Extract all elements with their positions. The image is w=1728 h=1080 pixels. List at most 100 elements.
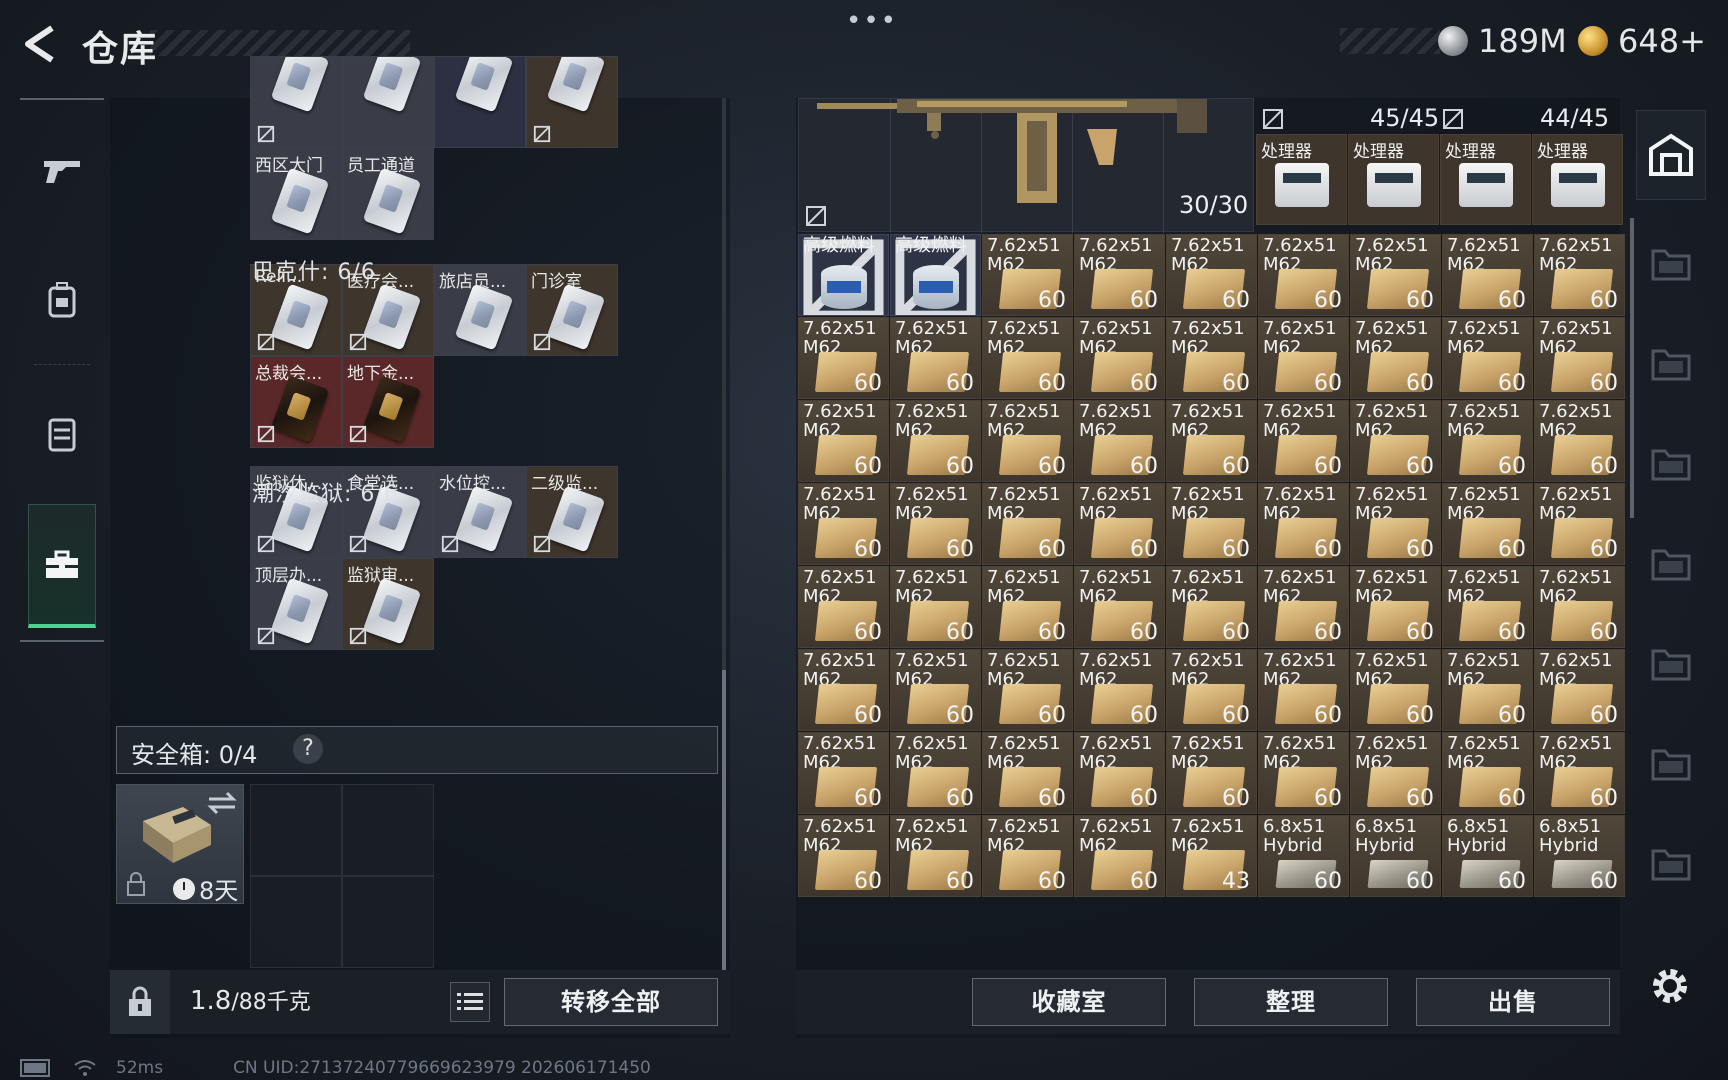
ammo-item[interactable]: 6.8x51 Hybrid 60 [1442,815,1533,897]
lock-button[interactable] [110,970,170,1034]
gold-currency[interactable]: 648+ [1578,22,1706,60]
ammo-item[interactable]: 7.62x51 M62 60 [1258,400,1349,482]
ammo-item[interactable]: 7.62x51 M62 60 [1074,483,1165,565]
nav-vest[interactable] [28,384,96,484]
storage-tab-5[interactable] [1636,618,1706,708]
nav-safebox[interactable] [28,504,96,628]
ammo-item[interactable]: 7.62x51 M62 60 [1350,732,1441,814]
collection-room-button[interactable]: 收藏室 [972,978,1166,1026]
ammo-item[interactable]: 7.62x51 M62 60 [1534,317,1625,399]
ammo-item[interactable]: 7.62x51 M62 60 [798,566,889,648]
right-scrollbar[interactable] [1630,218,1634,518]
ammo-item[interactable]: 7.62x51 M62 60 [1258,317,1349,399]
ammo-item[interactable]: 7.62x51 M62 60 [1074,234,1165,316]
safe-slot[interactable] [250,784,342,876]
ammo-item[interactable]: 7.62x51 M62 60 [798,815,889,897]
storage-tab-3[interactable] [1636,418,1706,508]
ammo-item[interactable]: 6.8x51 Hybrid 60 [1350,815,1441,897]
storage-tab-home[interactable] [1636,110,1706,200]
ammo-item[interactable]: 7.62x51 M62 60 [890,566,981,648]
storage-tab-7[interactable] [1636,818,1706,908]
ammo-item[interactable]: 7.62x51 M62 60 [1442,732,1533,814]
ammo-item[interactable]: 7.62x51 M62 60 [890,400,981,482]
sell-button[interactable]: 出售 [1416,978,1610,1026]
ammo-item[interactable]: 7.62x51 M62 60 [1350,566,1441,648]
nav-backpack[interactable] [28,250,96,350]
ammo-item[interactable]: 7.62x51 M62 60 [1534,566,1625,648]
ammo-item[interactable]: 7.62x51 M62 60 [1534,649,1625,731]
ammo-item[interactable]: 7.62x51 M62 60 [1442,234,1533,316]
keycard-item[interactable] [526,56,618,148]
ammo-item[interactable]: 7.62x51 M62 60 [1442,317,1533,399]
ammo-item[interactable]: 7.62x51 M62 60 [982,649,1073,731]
back-arrow-icon[interactable] [18,22,62,66]
ammo-item[interactable]: 7.62x51 M62 60 [798,483,889,565]
ammo-item[interactable]: 7.62x51 M62 60 [982,732,1073,814]
ammo-item[interactable]: 6.8x51 Hybrid 60 [1258,815,1349,897]
rifle-item[interactable]: 30/30 [798,98,1254,233]
keycard-item[interactable]: 二级监... [526,466,618,558]
keycard-item[interactable] [250,56,342,148]
keycard-item[interactable]: 监狱审... [342,558,434,650]
ammo-item[interactable]: 7.62x51 M62 60 [1442,400,1533,482]
ammo-item[interactable]: 7.62x51 M62 60 [1258,566,1349,648]
swap-icon[interactable] [207,791,237,815]
ammo-item[interactable]: 7.62x51 M62 60 [1166,649,1257,731]
ammo-item[interactable]: 7.62x51 M62 60 [798,317,889,399]
more-menu-icon[interactable]: ••• [846,6,898,36]
ammo-item[interactable]: 7.62x51 M62 60 [890,317,981,399]
ammo-item[interactable]: 7.62x51 M62 60 [798,732,889,814]
ammo-item[interactable]: 7.62x51 M62 60 [1074,732,1165,814]
keycard-item[interactable] [434,56,526,148]
keycard-item[interactable]: 门诊室 [526,264,618,356]
ammo-item[interactable]: 7.62x51 M62 60 [890,483,981,565]
ammo-item[interactable]: 7.62x51 M62 60 [1074,815,1165,897]
ammo-item[interactable]: 7.62x51 M62 60 [1258,649,1349,731]
transfer-all-button[interactable]: 转移全部 [504,978,718,1026]
ammo-item[interactable]: 7.62x51 M62 60 [982,400,1073,482]
keycard-item[interactable] [342,56,434,148]
processor-item[interactable]: 处理器 [1532,134,1623,225]
ammo-item[interactable]: 7.62x51 M62 60 [982,815,1073,897]
safe-slot[interactable] [342,876,434,968]
processor-item[interactable]: 处理器 [1440,134,1531,225]
ammo-item[interactable]: 7.62x51 M62 60 [982,234,1073,316]
fuel-item[interactable]: 高级燃料 [890,234,981,316]
safe-slot[interactable] [250,876,342,968]
ammo-item[interactable]: 7.62x51 M62 60 [982,566,1073,648]
ammo-item[interactable]: 7.62x51 M62 60 [1350,234,1441,316]
keycard-item[interactable]: 总裁会... [250,356,342,448]
left-scrollbar-thumb[interactable] [722,670,726,970]
ammo-item[interactable]: 7.62x51 M62 60 [1166,483,1257,565]
settings-gear-icon[interactable] [1648,964,1692,1008]
keycard-item[interactable]: 旅店员... [434,264,526,356]
nav-weapon[interactable] [28,120,96,220]
ammo-item[interactable]: 7.62x51 M62 60 [982,317,1073,399]
processor-item[interactable]: 处理器 [1348,134,1439,225]
ammo-item[interactable]: 7.62x51 M62 60 [1350,649,1441,731]
processor-item[interactable]: 处理器 [1256,134,1347,225]
ammo-item[interactable]: 7.62x51 M62 60 [1350,400,1441,482]
ammo-item[interactable]: 7.62x51 M62 60 [1166,400,1257,482]
ammo-item[interactable]: 7.62x51 M62 60 [1534,483,1625,565]
storage-tab-6[interactable] [1636,718,1706,808]
ammo-item[interactable]: 7.62x51 M62 60 [890,815,981,897]
ammo-item[interactable]: 7.62x51 M62 60 [890,732,981,814]
list-view-button[interactable] [450,982,490,1022]
ammo-item[interactable]: 7.62x51 M62 60 [1534,234,1625,316]
ammo-item[interactable]: 7.62x51 M62 60 [1166,234,1257,316]
ammo-item[interactable]: 7.62x51 M62 60 [1074,400,1165,482]
safe-slot[interactable] [342,784,434,876]
left-scrollbar[interactable] [722,98,726,970]
safe-box-item[interactable]: 8天 [116,784,244,905]
ammo-item[interactable]: 7.62x51 M62 60 [1166,566,1257,648]
ammo-item[interactable]: 7.62x51 M62 60 [1534,732,1625,814]
ammo-item[interactable]: 7.62x51 M62 60 [1350,317,1441,399]
ammo-item[interactable]: 7.62x51 M62 60 [1442,483,1533,565]
ammo-item[interactable]: 7.62x51 M62 60 [890,649,981,731]
keycard-item[interactable]: 地下金... [342,356,434,448]
keycard-item[interactable]: 水位控... [434,466,526,558]
ammo-item[interactable]: 7.62x51 M62 60 [798,649,889,731]
ammo-item[interactable]: 7.62x51 M62 60 [1534,400,1625,482]
fuel-item[interactable]: 高级燃料 [798,234,889,316]
